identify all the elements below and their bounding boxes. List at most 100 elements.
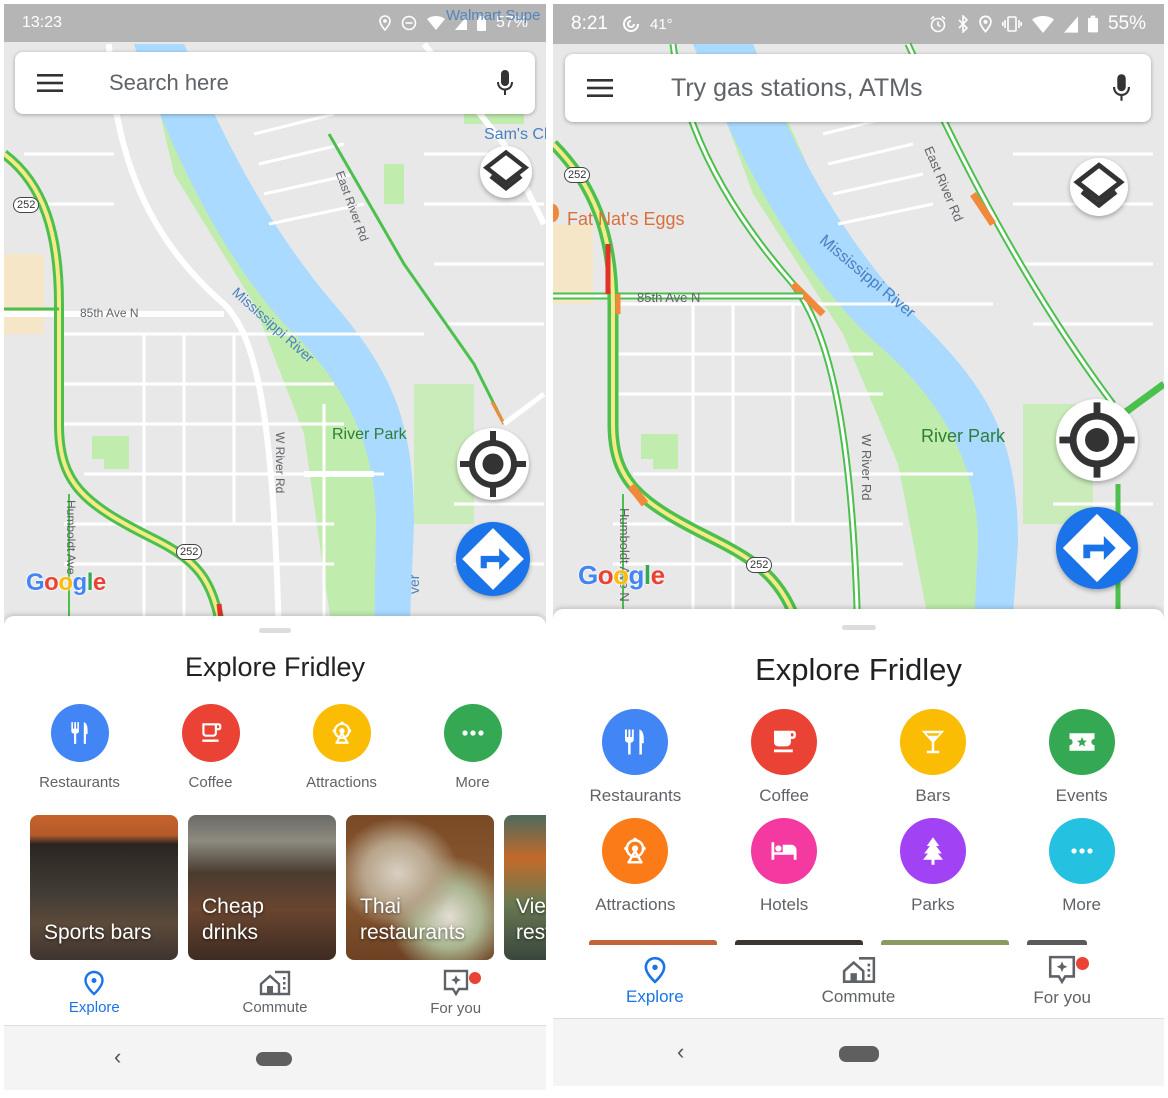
category-label: Restaurants — [39, 774, 120, 791]
ferris-wheel-icon — [602, 818, 669, 884]
home-button[interactable] — [839, 1046, 879, 1062]
my-location-icon — [1059, 402, 1135, 478]
card-vietnamese-restaurants[interactable]: Vietnamese restaurants — [504, 815, 546, 960]
category-attractions[interactable]: Attractions — [276, 704, 407, 791]
map-label-sams-club[interactable]: Sam's Cl — [484, 126, 546, 144]
voice-search-button[interactable] — [1091, 54, 1151, 122]
category-label: Hotels — [760, 895, 809, 914]
layers-icon — [1073, 162, 1125, 209]
back-button[interactable]: ‹ — [677, 1039, 684, 1065]
explore-sheet: Explore Fridley Restaurants Coffee Attra… — [4, 616, 546, 960]
nav-label: For you — [430, 999, 482, 1017]
card-label: Cheap drinks — [202, 895, 264, 944]
highway-shield-252: 252 — [564, 167, 591, 183]
layers-button[interactable] — [1070, 158, 1128, 216]
layers-icon — [482, 149, 530, 192]
category-events[interactable]: Events — [1007, 709, 1156, 806]
wifi-icon — [1032, 15, 1054, 33]
search-bar — [565, 54, 1151, 122]
google-logo: Google — [578, 560, 665, 590]
location-icon — [979, 15, 992, 33]
go-directions-button[interactable]: GO — [456, 522, 530, 596]
vibrate-icon — [1001, 15, 1022, 33]
map-label-w-river-rd: W River Rd — [273, 432, 287, 494]
map-label-river-park[interactable]: River Park — [921, 426, 1005, 447]
phone-screen-left: 85th Ave N Mississippi River East River … — [4, 4, 546, 1090]
highway-shield-252: 252 — [13, 197, 40, 213]
directions-icon — [462, 528, 524, 590]
map-label-w-river-rd: W River Rd — [859, 434, 874, 501]
my-location-icon — [460, 431, 526, 497]
tab-for-you[interactable]: For you — [365, 960, 546, 1025]
category-coffee[interactable]: Coffee — [710, 709, 859, 806]
weather-icon — [622, 15, 640, 33]
back-button[interactable]: ‹ — [114, 1044, 121, 1070]
tab-commute[interactable]: Commute — [757, 945, 961, 1018]
card-cheap-drinks[interactable]: Cheap drinks — [188, 815, 336, 960]
category-more[interactable]: More — [1007, 818, 1156, 915]
system-navigation-bar: ‹ — [4, 1026, 546, 1090]
menu-button[interactable] — [565, 54, 635, 122]
map-label-river-bottom: ver — [406, 574, 422, 594]
category-label: Parks — [911, 895, 955, 914]
google-logo: Google — [26, 569, 106, 596]
category-hotels[interactable]: Hotels — [710, 818, 859, 915]
bluetooth-icon — [957, 15, 969, 33]
battery-percent: 55% — [1107, 13, 1146, 34]
ticket-star-icon — [1048, 709, 1115, 775]
coffee-icon — [751, 709, 818, 775]
tab-for-you[interactable]: For you — [960, 945, 1164, 1018]
explore-pin-icon — [644, 956, 666, 984]
category-label: Events — [1055, 786, 1108, 805]
more-icon — [443, 704, 502, 762]
menu-button[interactable] — [15, 52, 85, 114]
alarm-icon — [929, 15, 947, 33]
go-directions-button[interactable]: GO — [1056, 507, 1138, 589]
category-attractions[interactable]: Attractions — [561, 818, 710, 915]
my-location-button[interactable] — [457, 428, 529, 500]
category-grid: Restaurants Coffee Attractions More — [4, 704, 546, 791]
category-coffee[interactable]: Coffee — [145, 704, 276, 791]
nav-label: Explore — [626, 987, 684, 1006]
card-sports-bars[interactable]: Sports bars — [30, 815, 178, 960]
location-icon — [379, 15, 391, 31]
map-label-river-park[interactable]: River Park — [332, 426, 407, 444]
bed-icon — [751, 818, 818, 884]
for-you-icon — [443, 969, 468, 996]
tab-explore[interactable]: Explore — [553, 945, 757, 1018]
ferris-wheel-icon — [312, 704, 371, 762]
restaurant-icon — [602, 709, 669, 775]
nav-label: Commute — [821, 987, 896, 1006]
directions-icon — [1062, 513, 1132, 583]
temperature: 41° — [649, 15, 673, 33]
card-label: Vietnamese restaurants — [516, 895, 546, 944]
card-label: Sports bars — [44, 921, 152, 944]
search-input[interactable] — [85, 70, 475, 96]
tab-explore[interactable]: Explore — [4, 960, 185, 1025]
nav-label: For you — [1033, 988, 1091, 1007]
home-button[interactable] — [256, 1052, 292, 1066]
card-thai-restaurants[interactable]: Thai restaurants — [346, 815, 494, 960]
map-label-fat-nats-eggs[interactable]: Fat Nat's Eggs — [567, 209, 684, 230]
layers-button[interactable] — [480, 146, 532, 198]
category-more[interactable]: More — [407, 704, 538, 791]
category-parks[interactable]: Parks — [859, 818, 1008, 915]
sheet-drag-handle[interactable] — [259, 628, 291, 633]
tab-commute[interactable]: Commute — [185, 960, 366, 1025]
voice-search-button[interactable] — [475, 52, 535, 114]
tree-icon — [899, 818, 966, 884]
status-time: 8:21 — [571, 13, 608, 34]
category-label: Coffee — [188, 774, 233, 791]
cocktail-icon — [899, 709, 966, 775]
category-label: Restaurants — [589, 786, 682, 805]
microphone-icon — [1112, 74, 1130, 101]
category-restaurants[interactable]: Restaurants — [14, 704, 145, 791]
category-bars[interactable]: Bars — [859, 709, 1008, 806]
suggestion-cards: Sports bars Cheap drinks Thai restaurant… — [30, 815, 546, 960]
sheet-drag-handle[interactable] — [841, 625, 876, 630]
category-restaurants[interactable]: Restaurants — [561, 709, 710, 806]
my-location-button[interactable] — [1056, 399, 1138, 481]
phone-screen-right: 85th Ave N Mississippi River East River … — [553, 4, 1164, 1086]
explore-pin-icon — [84, 970, 105, 996]
search-input[interactable] — [635, 73, 1091, 103]
